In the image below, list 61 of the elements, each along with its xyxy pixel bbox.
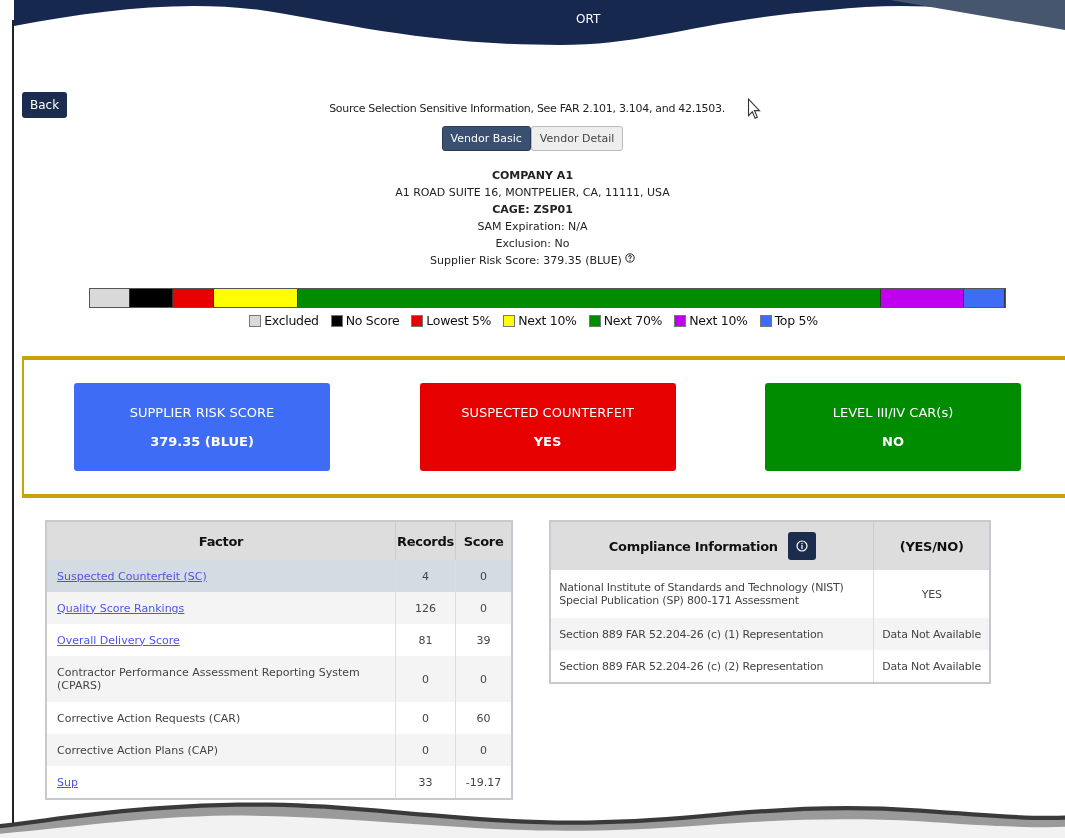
card-value: 379.35 (BLUE) [150, 434, 254, 449]
legend-label: Next 10% [518, 313, 577, 328]
cage-code: CAGE: ZSP01 [492, 202, 573, 218]
column-header: Score [455, 521, 513, 560]
records-count: 81 [418, 633, 433, 647]
score-value: 60 [476, 711, 491, 725]
compliance-item: Section 889 FAR 52.204-26 (c) (1) Representation [550, 618, 874, 650]
company-address: A1 ROAD SUITE 16, MONTPELIER, CA, 11111, USA [395, 185, 670, 201]
notice-text: Source Selection Sensitive Information, See FAR 2.101, 3.104, and 42.1503. [329, 102, 725, 115]
card-title: SUPPLIER RISK SCORE [129, 405, 275, 420]
score-value: -19.17 [465, 775, 502, 789]
column-header: Compliance Information [608, 538, 778, 554]
factor-name: Corrective Action Requests (CAR) [57, 711, 241, 725]
help-icon[interactable] [624, 253, 635, 263]
legend-label: Excluded [264, 313, 319, 328]
records-count: 126 [414, 601, 436, 615]
factor-link[interactable]: Quality Score Rankings [57, 601, 185, 615]
score-segment [130, 289, 174, 307]
legend-label: No Score [345, 313, 400, 328]
factor-name: Corrective Action Plans (CAP) [57, 743, 218, 757]
factor-link[interactable]: Overall Delivery Score [57, 633, 180, 647]
exclusion-status: Exclusion: No [495, 236, 570, 252]
vendor-tab[interactable]: Vendor Detail [530, 126, 624, 151]
score-value: 39 [476, 633, 491, 647]
page-title: ORT [576, 12, 601, 26]
column-header: Records [395, 521, 456, 560]
compliance-item: Section 889 FAR 52.204-26 (c) (2) Representation [550, 650, 874, 683]
legend-label: Next 70% [603, 313, 663, 328]
compliance-value: Data Not Available [873, 650, 991, 683]
card-value: YES [533, 434, 562, 449]
score-segment [90, 289, 131, 307]
cursor-icon [746, 98, 761, 120]
score-value: 0 [480, 672, 488, 686]
score-value: 0 [480, 601, 488, 615]
card-title: LEVEL III/IV CAR(s) [832, 405, 954, 420]
records-count: 0 [421, 711, 429, 725]
legend-label: Lowest 5% [426, 313, 492, 328]
column-header: Factor [46, 521, 396, 560]
records-count: 0 [421, 672, 429, 686]
info-icon [795, 540, 808, 552]
records-count: 33 [418, 775, 433, 789]
compliance-value: Data Not Available [873, 618, 991, 650]
sam-expiration: SAM Expiration: N/A [477, 219, 588, 235]
card-value: NO [882, 434, 904, 449]
info-button[interactable] [787, 532, 816, 560]
legend-label: Next 10% [689, 313, 748, 328]
company-name: COMPANY A1 [491, 168, 574, 184]
score-value: 0 [480, 569, 488, 583]
records-count: 4 [421, 569, 429, 583]
factor-row[interactable]: Sup 33 -19.17 [46, 766, 513, 799]
risk-score-text: Supplier Risk Score: 379.35 (BLUE) [430, 253, 622, 269]
legend-label: Top 5% [774, 313, 818, 328]
factor-name: Contractor Performance Assessment Reporting System (CPARS) [57, 666, 360, 692]
column-header: (YES/NO) [873, 521, 991, 570]
records-count: 0 [421, 743, 429, 757]
factor-link[interactable]: Suspected Counterfeit (SC) [57, 569, 207, 583]
vendor-tab[interactable]: Vendor Basic [441, 126, 531, 151]
card-title: SUSPECTED COUNTERFEIT [461, 405, 634, 420]
score-value: 0 [480, 743, 488, 757]
back-button[interactable]: Back [22, 92, 68, 118]
factor-link[interactable]: Sup [57, 775, 78, 789]
